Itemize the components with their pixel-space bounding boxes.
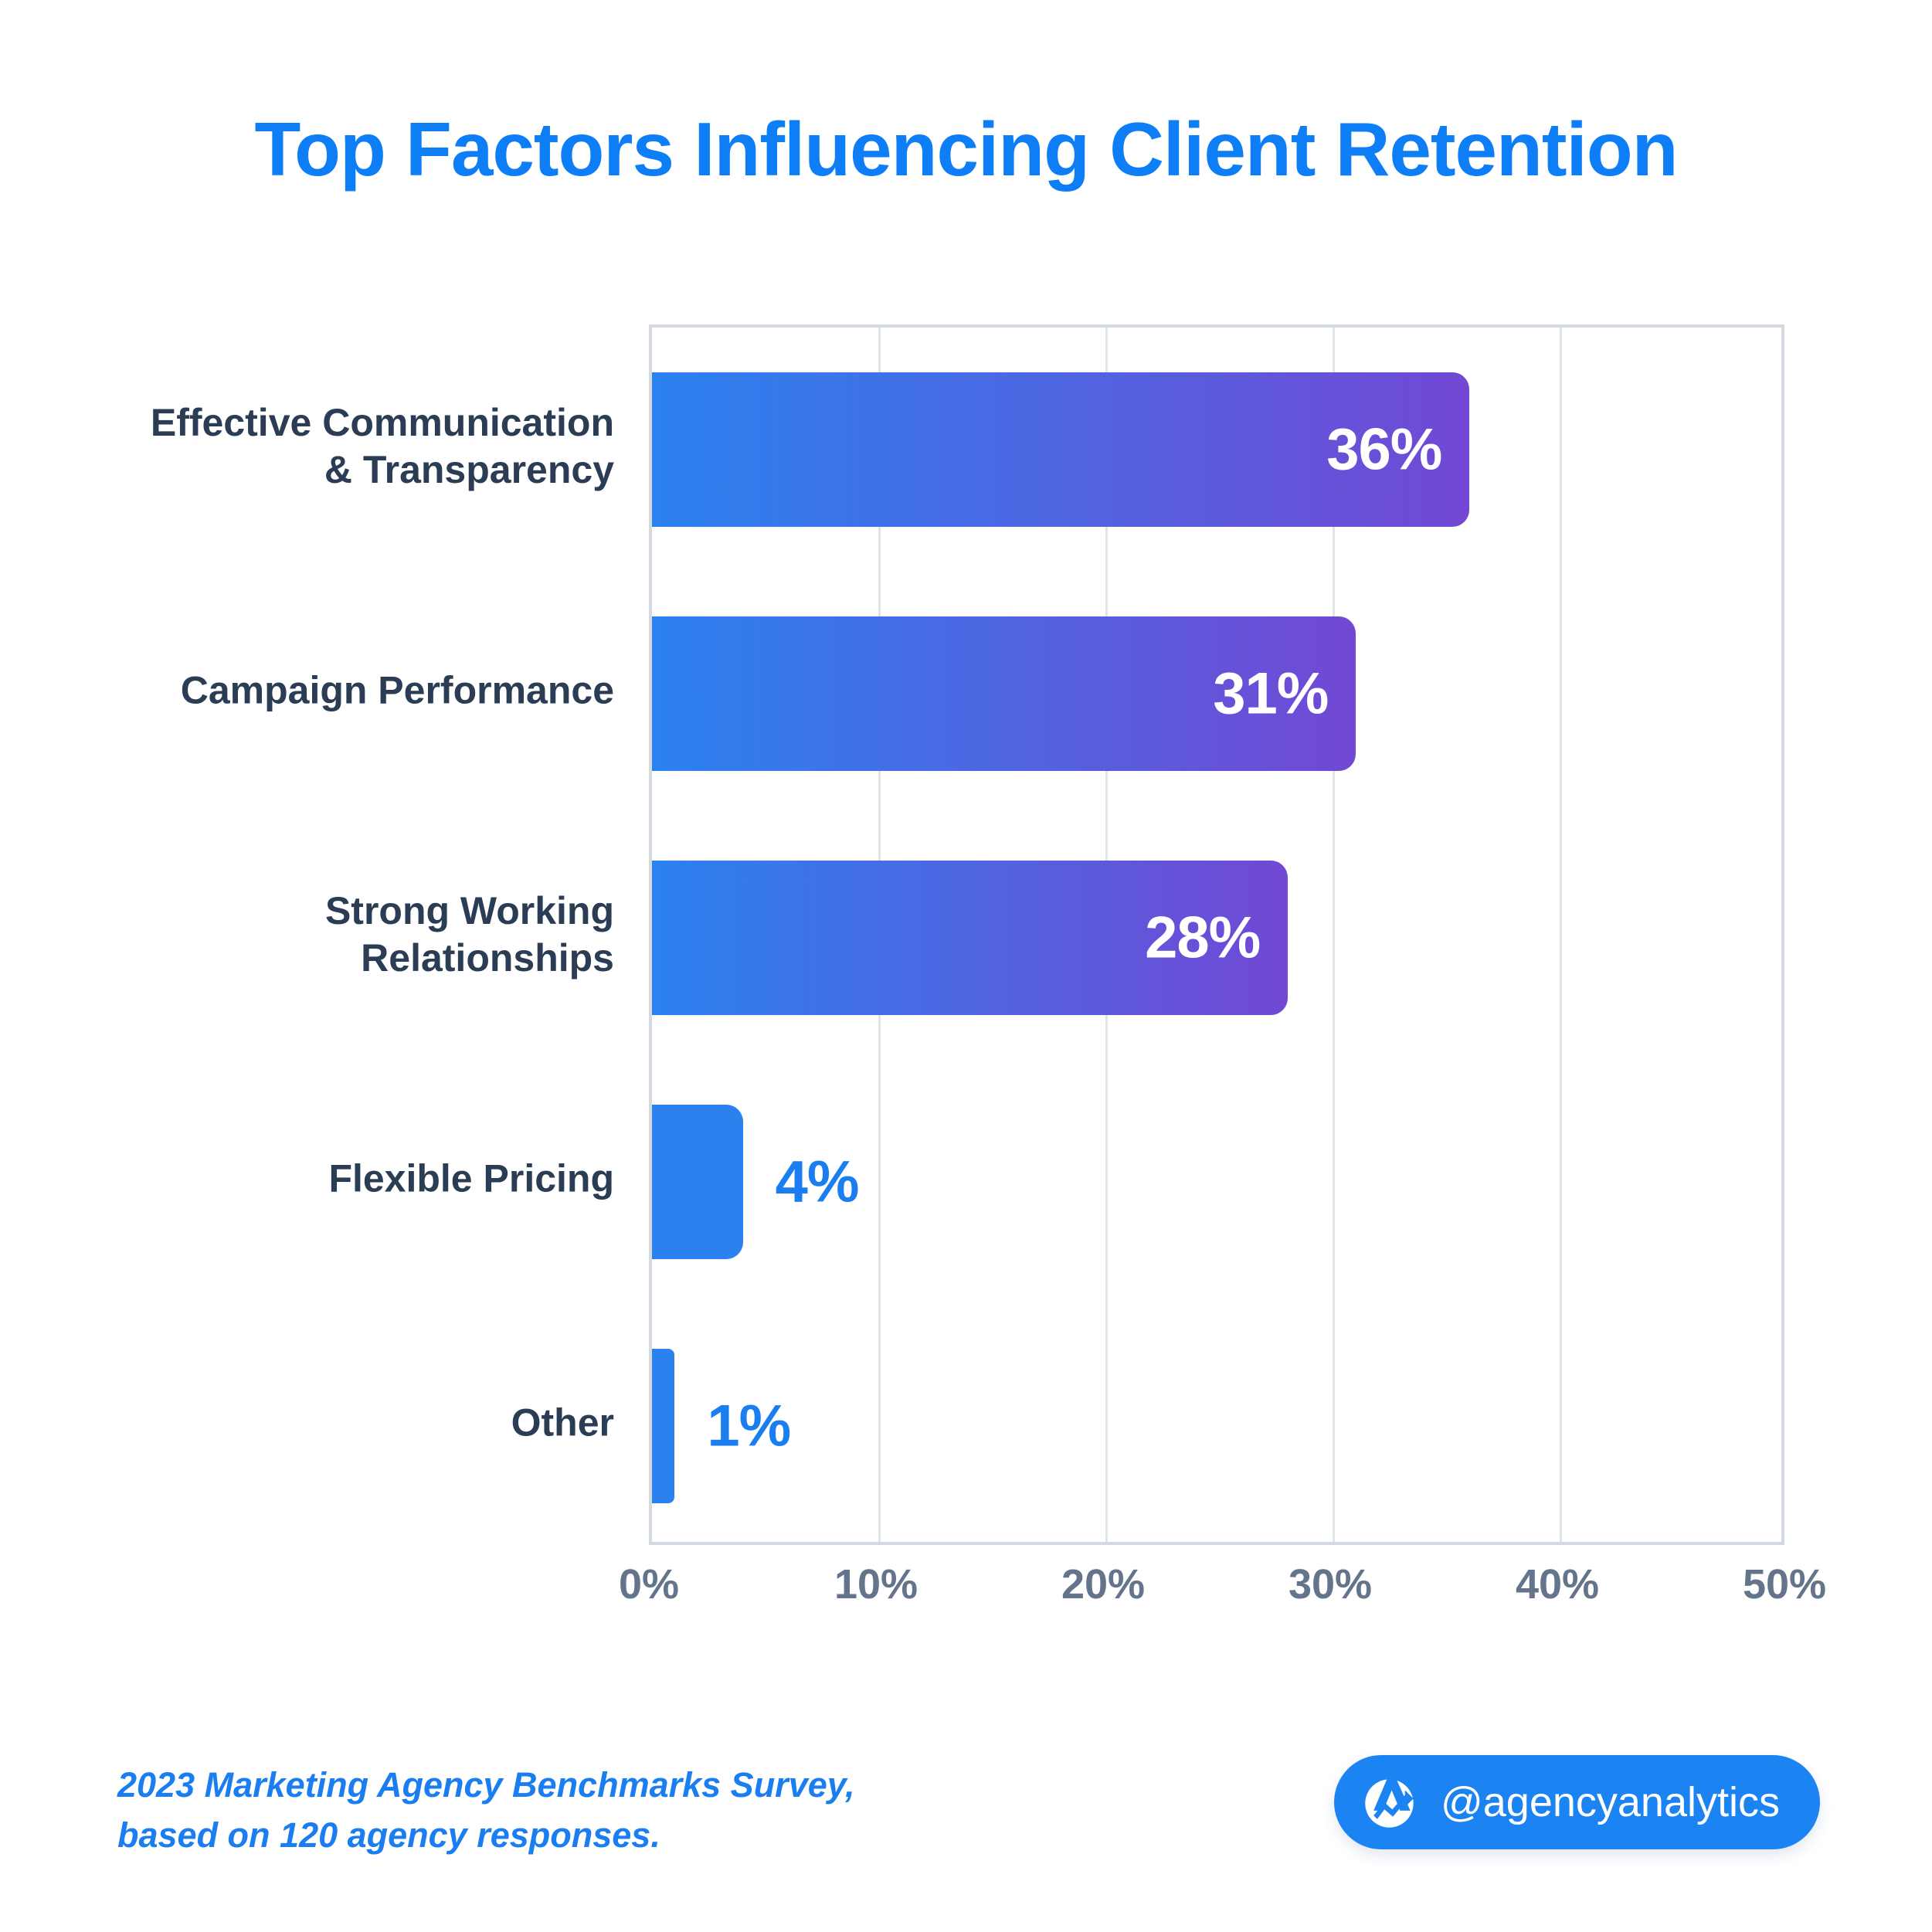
source-note-line-2: based on 120 agency responses. xyxy=(117,1815,660,1856)
category-label-line: Other xyxy=(511,1401,614,1445)
page-title: Top Factors Influencing Client Retention xyxy=(254,107,1679,192)
category-label: Other xyxy=(116,1400,614,1447)
bar-value-label: 36% xyxy=(1326,416,1442,483)
bar[interactable] xyxy=(652,1105,743,1259)
bar-row: 1% xyxy=(652,1349,1781,1503)
category-label-line: Flexible Pricing xyxy=(328,1156,614,1200)
plot-area: 36% 31% 28% 4% 1% xyxy=(649,324,1784,1545)
bars-layer: 36% 31% 28% 4% 1% xyxy=(652,328,1781,1542)
category-label: Flexible Pricing xyxy=(116,1156,614,1203)
bar-row: 36% xyxy=(652,372,1781,527)
category-label: Effective Communication & Transparency xyxy=(116,399,614,494)
x-tick-label: 0% xyxy=(618,1561,680,1608)
category-label-line: Relationships xyxy=(361,936,614,980)
bar[interactable] xyxy=(652,1349,675,1503)
bar-value-label: 4% xyxy=(775,1149,860,1215)
chart-plot-wrapper: Effective Communication & Transparency Cam… xyxy=(116,324,1826,1608)
category-label-line: Strong Working xyxy=(324,889,614,932)
bar-row: 4% xyxy=(652,1105,1781,1259)
handle-label: @agencyanalytics xyxy=(1440,1779,1780,1825)
x-axis-ticks: 0% 10% 20% 30% 40% 50% xyxy=(619,1560,1826,1630)
bar-value-label: 31% xyxy=(1213,660,1329,727)
category-axis: Effective Communication & Transparency Cam… xyxy=(116,324,630,1545)
agencyanalytics-handle-badge[interactable]: @agencyanalytics xyxy=(1333,1755,1820,1849)
bar-row: 31% xyxy=(652,616,1781,771)
x-tick-label: 20% xyxy=(1061,1561,1146,1608)
agencyanalytics-logo-icon xyxy=(1360,1772,1421,1832)
infographic-chart-page: Top Factors Influencing Client Retention… xyxy=(0,0,1932,1932)
category-label: Campaign Performance xyxy=(116,667,614,715)
source-note: 2023 Marketing Agency Benchmarks Survey,… xyxy=(117,1760,1044,1861)
category-label-line: & Transparency xyxy=(324,448,614,491)
x-tick-label: 50% xyxy=(1742,1561,1827,1608)
x-tick-label: 30% xyxy=(1288,1561,1373,1608)
category-label: Strong Working Relationships xyxy=(116,888,614,982)
source-note-line-1: 2023 Marketing Agency Benchmarks Survey, xyxy=(117,1765,855,1805)
category-label-line: Effective Communication xyxy=(150,401,614,444)
bar-value-label: 28% xyxy=(1145,905,1261,971)
x-tick-label: 10% xyxy=(834,1561,918,1608)
bar-row: 28% xyxy=(652,861,1781,1015)
x-tick-label: 40% xyxy=(1515,1561,1600,1608)
category-label-line: Campaign Performance xyxy=(180,668,614,712)
bar-value-label: 1% xyxy=(707,1393,791,1459)
